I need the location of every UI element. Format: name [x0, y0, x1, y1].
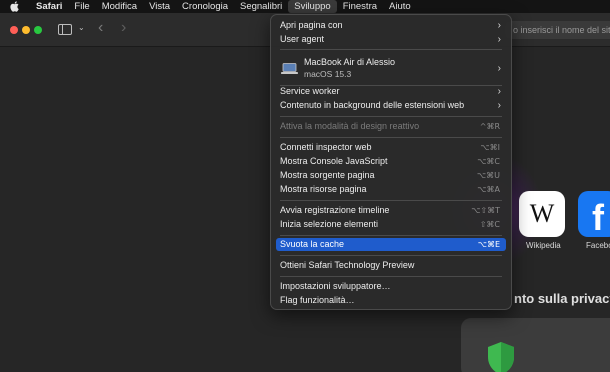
menu-item-label: Impostazioni sviluppatore…: [280, 281, 391, 291]
wikipedia-logo-icon: W: [529, 199, 555, 228]
menu-item-resources[interactable]: Mostra risorse pagina ⌥⌘A: [276, 183, 506, 196]
shortcut-label: ⌥⌘E: [477, 240, 500, 249]
shortcut-label: ⌥⇧⌘T: [471, 206, 500, 215]
menu-segnalibri[interactable]: Segnalibri: [234, 0, 288, 13]
sidebar-toggle-icon[interactable]: [58, 24, 72, 35]
shield-icon: [488, 342, 514, 372]
menu-item-label: Apri pagina con: [280, 20, 343, 30]
shortcut-label: ⌥⌘C: [477, 157, 500, 166]
close-window-button[interactable]: [10, 26, 18, 34]
device-os: macOS 15.3: [304, 69, 352, 79]
minimize-window-button[interactable]: [22, 26, 30, 34]
menu-item-console[interactable]: Mostra Console JavaScript ⌥⌘C: [276, 155, 506, 168]
shortcut-label: ⌥⌘I: [480, 143, 500, 152]
menu-separator: [280, 276, 502, 277]
menu-item-service-worker[interactable]: Service worker ›: [276, 85, 506, 98]
chevron-right-icon: ›: [497, 100, 501, 111]
menu-item-label: Mostra sorgente pagina: [280, 170, 375, 180]
menu-sviluppo[interactable]: Sviluppo: [288, 0, 337, 13]
menu-item-inspector[interactable]: Connetti inspector web ⌥⌘I: [276, 141, 506, 154]
menu-finestra[interactable]: Finestra: [337, 0, 383, 13]
menu-separator: [280, 200, 502, 201]
menu-item-select-element[interactable]: Inizia selezione elementi ⇧⌘C: [276, 218, 506, 231]
develop-menu: Apri pagina con › User agent › MacBook A…: [270, 14, 512, 310]
menu-item-design-mode: Attiva la modalità di design reattivo ^⌘…: [276, 120, 506, 133]
favorite-label-facebook: Facebook: [586, 241, 610, 250]
menu-item-label: Service worker: [280, 86, 340, 96]
menu-separator: [280, 235, 502, 236]
address-bar[interactable]: o inserisci il nome del sito: [505, 21, 610, 39]
device-name: MacBook Air di Alessio: [304, 57, 396, 67]
menu-item-user-agent[interactable]: User agent ›: [276, 33, 506, 46]
privacy-report-title: nto sulla privacy: [514, 291, 610, 306]
menu-aiuto[interactable]: Aiuto: [383, 0, 417, 13]
menu-item-label: Contenuto in background delle estensioni…: [280, 100, 465, 110]
shortcut-label: ⇧⌘C: [479, 220, 500, 229]
favorite-wikipedia-tile[interactable]: W: [519, 191, 565, 237]
menu-item-label: Flag funzionalità…: [280, 295, 355, 305]
menu-item-empty-cache[interactable]: Svuota la cache ⌥⌘E: [276, 238, 506, 251]
apple-icon[interactable]: [8, 1, 20, 13]
shortcut-label: ^⌘R: [479, 122, 500, 131]
menu-cronologia[interactable]: Cronologia: [176, 0, 234, 13]
menu-item-timeline[interactable]: Avvia registrazione timeline ⌥⇧⌘T: [276, 204, 506, 217]
favorite-facebook-tile[interactable]: f: [578, 191, 610, 238]
menu-item-extension-content[interactable]: Contenuto in background delle estensioni…: [276, 99, 506, 112]
menu-separator: [280, 255, 502, 256]
menu-separator: [280, 116, 502, 117]
laptop-icon: [281, 63, 298, 74]
chevron-down-icon[interactable]: ⌄: [78, 23, 85, 32]
chevron-right-icon: ›: [497, 34, 501, 45]
menu-item-source[interactable]: Mostra sorgente pagina ⌥⌘U: [276, 169, 506, 182]
menu-item-open-page-with[interactable]: Apri pagina con ›: [276, 19, 506, 32]
facebook-logo-icon: f: [592, 197, 604, 238]
privacy-report-card[interactable]: [461, 318, 610, 372]
menu-item-label: Mostra Console JavaScript: [280, 156, 388, 166]
menu-item-dev-settings[interactable]: Impostazioni sviluppatore…: [276, 280, 506, 293]
menu-item-label: Mostra risorse pagina: [280, 184, 367, 194]
menu-item-label: Inizia selezione elementi: [280, 219, 379, 229]
menu-item-label: Avvia registrazione timeline: [280, 205, 390, 215]
menu-item-label: Svuota la cache: [280, 239, 345, 249]
menu-bar: Safari File Modifica Vista Cronologia Se…: [0, 0, 610, 13]
menu-item-tech-preview[interactable]: Ottieni Safari Technology Preview: [276, 259, 506, 272]
forward-arrow-icon[interactable]: ›: [121, 19, 126, 37]
menu-item-label: User agent: [280, 34, 325, 44]
favorite-label-wikipedia: Wikipedia: [526, 241, 561, 250]
menu-item-label: Attiva la modalità di design reattivo: [280, 121, 420, 131]
chevron-right-icon: ›: [497, 86, 501, 97]
chevron-right-icon: ›: [497, 63, 501, 74]
menu-item-label: Ottieni Safari Technology Preview: [280, 260, 415, 270]
menu-modifica[interactable]: Modifica: [96, 0, 143, 13]
menu-item-feature-flags[interactable]: Flag funzionalità…: [276, 294, 506, 307]
menu-separator: [280, 137, 502, 138]
zoom-window-button[interactable]: [34, 26, 42, 34]
menu-separator: [280, 49, 502, 50]
back-arrow-icon[interactable]: ‹: [98, 19, 103, 37]
shortcut-label: ⌥⌘U: [476, 171, 500, 180]
menu-vista[interactable]: Vista: [143, 0, 176, 13]
menu-item-device[interactable]: MacBook Air di Alessio macOS 15.3 ›: [276, 55, 506, 83]
shortcut-label: ⌥⌘A: [477, 185, 500, 194]
menu-file[interactable]: File: [68, 0, 95, 13]
chevron-right-icon: ›: [497, 20, 501, 31]
menu-safari[interactable]: Safari: [30, 0, 68, 13]
menu-item-label: Connetti inspector web: [280, 142, 372, 152]
